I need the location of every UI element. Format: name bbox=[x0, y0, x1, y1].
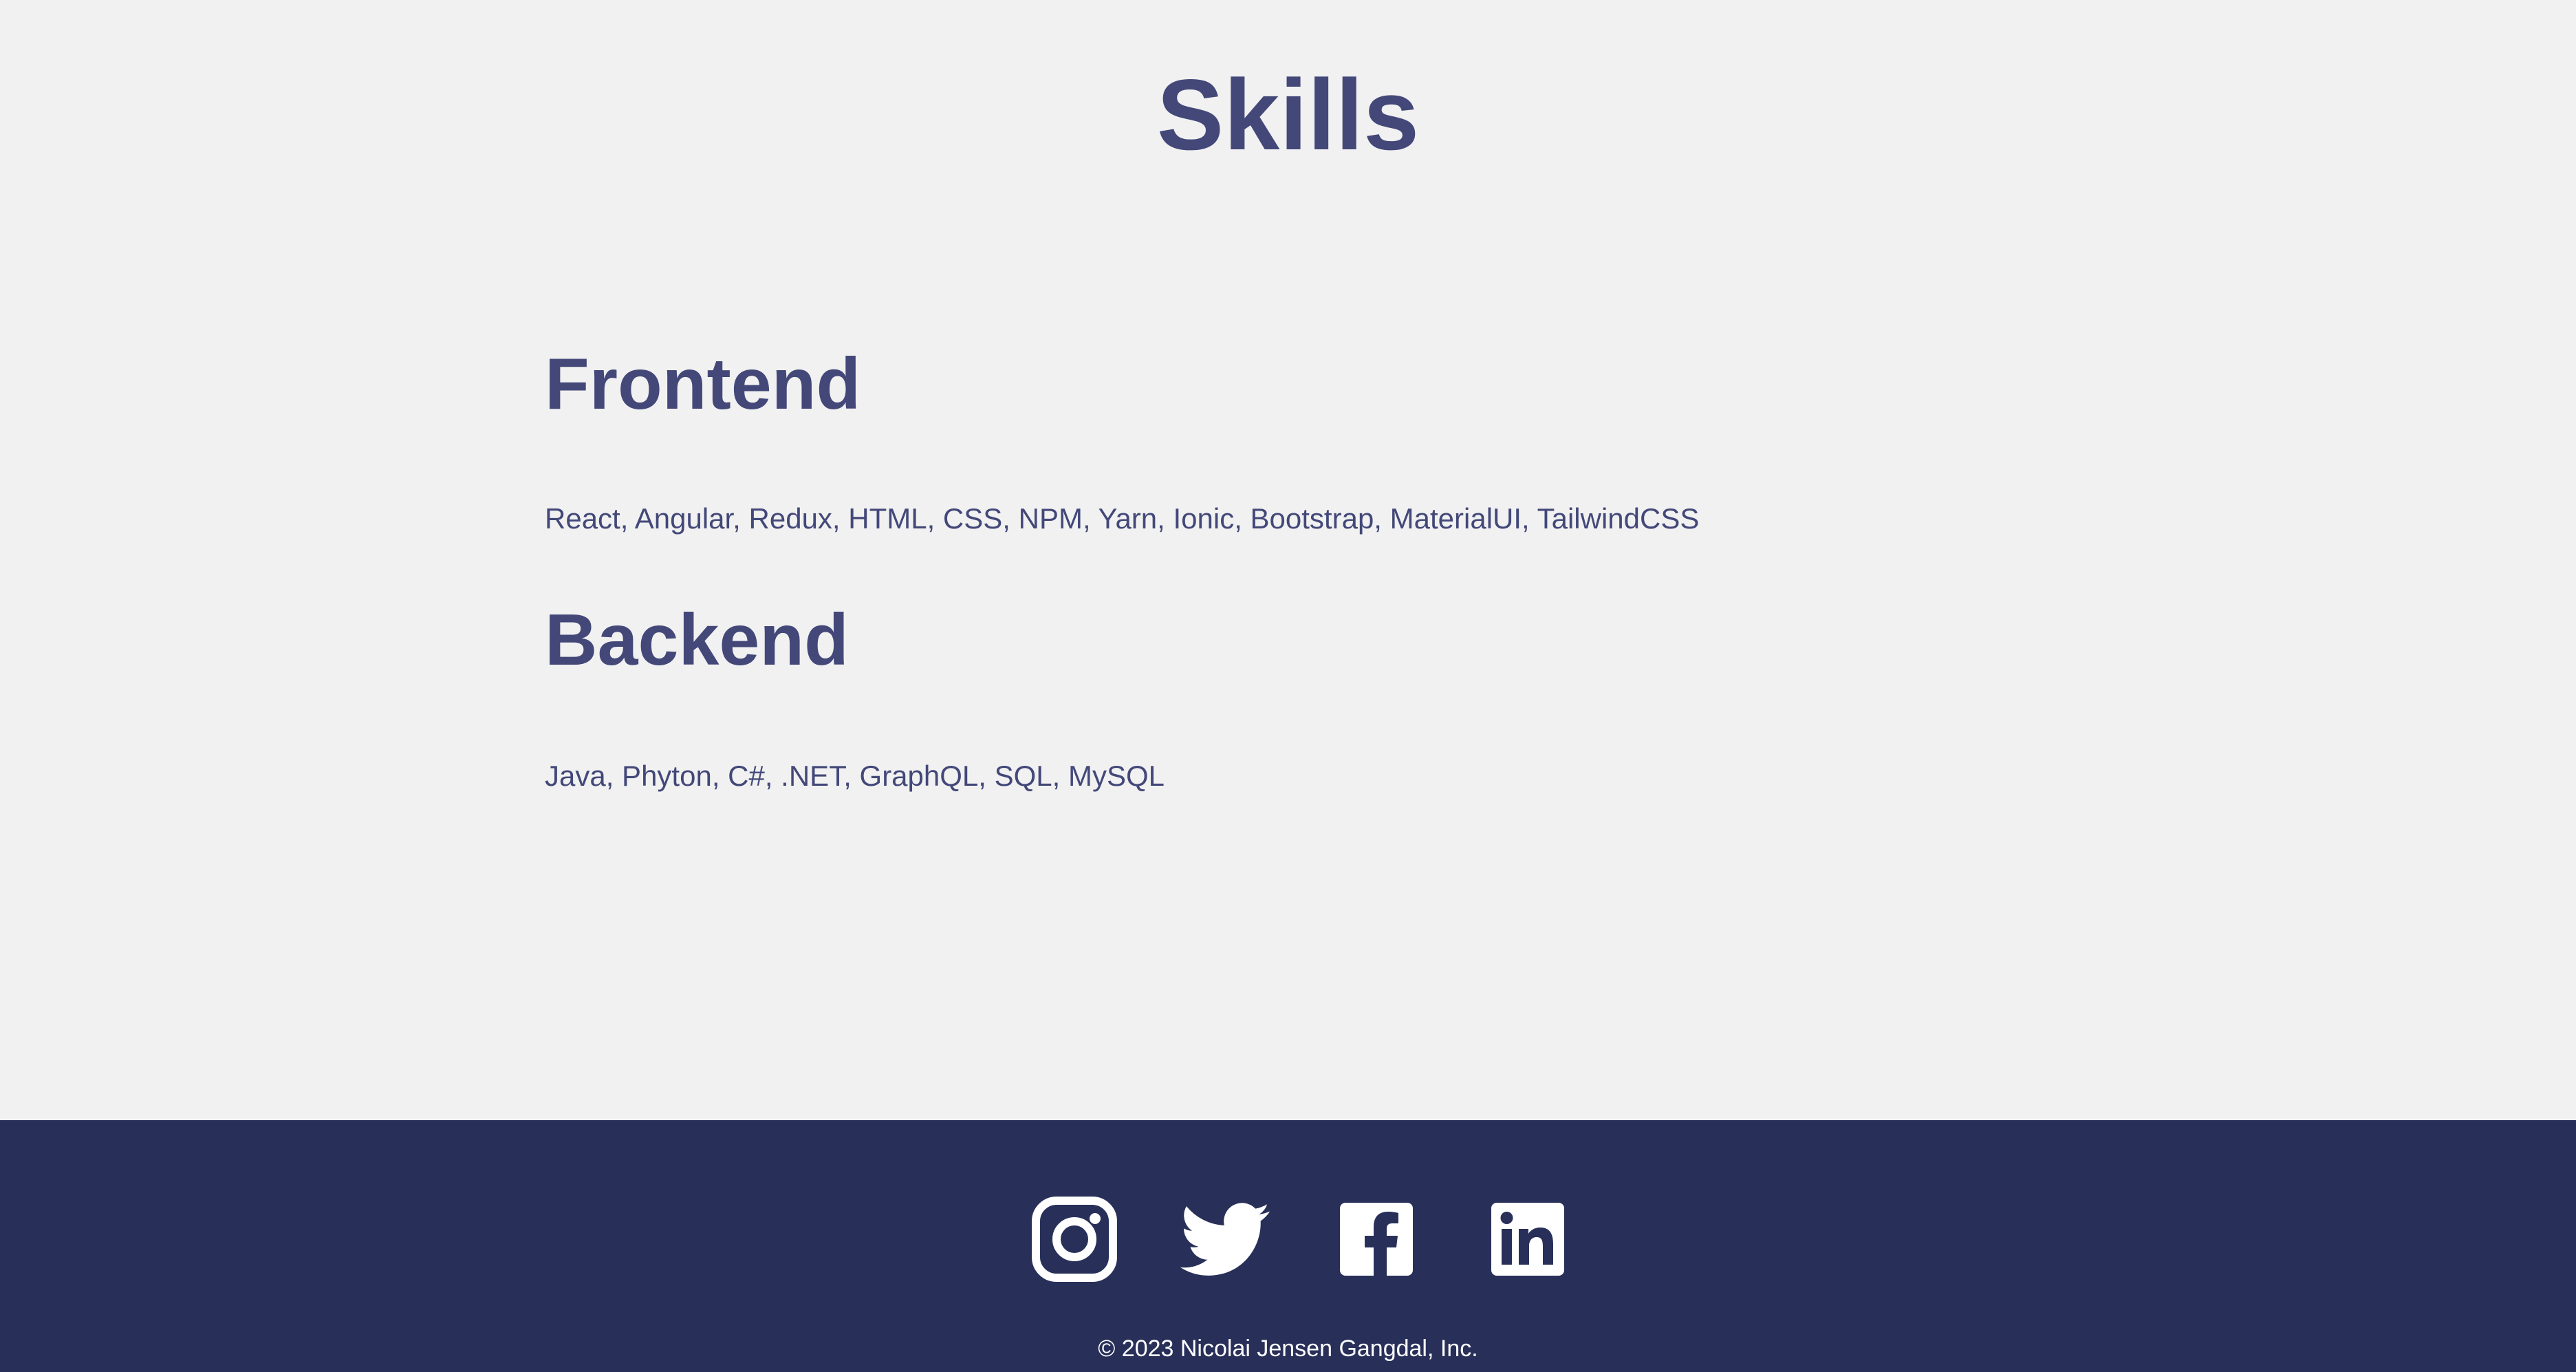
social-links bbox=[0, 1194, 2576, 1284]
linkedin-link[interactable] bbox=[1490, 1194, 1566, 1284]
footer: © 2023 Nicolai Jensen Gangdal, Inc. bbox=[0, 1120, 2576, 1372]
frontend-heading: Frontend bbox=[545, 343, 861, 425]
backend-skills-text: Java, Phyton, C#, .NET, GraphQL, SQL, My… bbox=[545, 760, 1165, 792]
twitter-icon bbox=[1180, 1203, 1270, 1276]
twitter-link[interactable] bbox=[1180, 1194, 1270, 1284]
facebook-icon bbox=[1340, 1203, 1413, 1276]
linkedin-icon bbox=[1491, 1203, 1564, 1276]
page-title: Skills bbox=[1156, 58, 1420, 171]
facebook-link[interactable] bbox=[1339, 1194, 1414, 1284]
instagram-icon bbox=[1032, 1197, 1117, 1282]
instagram-link[interactable] bbox=[1032, 1194, 1117, 1284]
frontend-skills-text: React, Angular, Redux, HTML, CSS, NPM, Y… bbox=[545, 502, 1700, 535]
backend-heading: Backend bbox=[545, 599, 849, 680]
copyright-text: © 2023 Nicolai Jensen Gangdal, Inc. bbox=[1098, 1336, 1478, 1362]
